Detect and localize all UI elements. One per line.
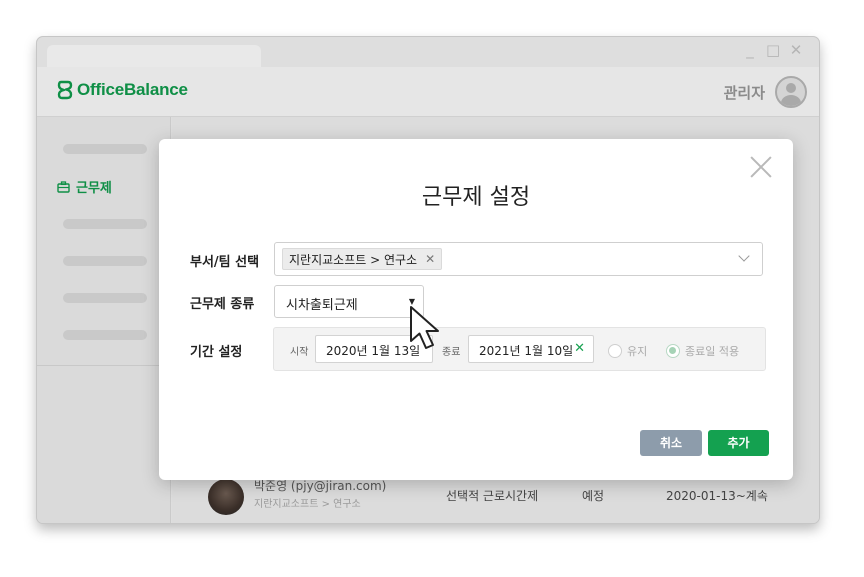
sidebar-item-work-system[interactable]: 근무제	[57, 177, 112, 196]
sidebar-divider	[37, 365, 171, 366]
end-date-input[interactable]: 2021년 1월 10일 ✕	[468, 335, 594, 363]
selected-dept-chip: 지란지교소프트 > 연구소 ✕	[282, 248, 443, 270]
work-type: 선택적 근로시간제	[446, 489, 539, 503]
sidebar-placeholder	[63, 330, 147, 340]
period-text: 2020-01-13~계속	[666, 489, 768, 503]
avatar	[208, 479, 244, 515]
avatar[interactable]	[775, 76, 807, 108]
work-type-select[interactable]: 시차출퇴근제 ▼	[274, 285, 424, 318]
sidebar-placeholder	[63, 293, 147, 303]
user-name: 관리자	[723, 83, 765, 102]
sidebar-placeholder	[63, 219, 147, 229]
briefcase-icon	[57, 180, 70, 193]
minimize-icon[interactable]: _	[743, 41, 757, 59]
app-header: OfficeBalance 관리자	[37, 67, 819, 117]
type-label: 근무제 종류	[190, 297, 255, 312]
add-button[interactable]: 추가	[708, 430, 769, 456]
logo[interactable]: OfficeBalance	[57, 80, 188, 100]
sidebar-placeholder	[63, 256, 147, 266]
window-tab[interactable]	[47, 45, 261, 67]
modal-title: 근무제 설정	[421, 185, 531, 210]
radio-keep[interactable]: 유지	[608, 343, 647, 359]
cancel-button[interactable]: 취소	[640, 430, 702, 456]
radio-keep-label: 유지	[627, 345, 648, 358]
close-icon[interactable]	[749, 155, 773, 179]
chevron-down-icon[interactable]	[738, 250, 750, 262]
end-date-value: 2021년 1월 10일	[479, 344, 574, 358]
radio-icon	[608, 344, 622, 358]
radio-apply-end-date-label: 종료일 적용	[685, 345, 740, 358]
chip-label: 지란지교소프트 > 연구소	[289, 252, 418, 267]
dept-select[interactable]: 지란지교소프트 > 연구소 ✕	[274, 242, 763, 276]
logo-icon	[57, 80, 73, 100]
chip-remove-icon[interactable]: ✕	[425, 252, 435, 266]
close-window-icon[interactable]: ✕	[789, 41, 803, 59]
work-system-modal: 근무제 설정 부서/팀 선택 지란지교소프트 > 연구소 ✕ 근무제 종류 시차…	[159, 139, 793, 480]
brand-name: OfficeBalance	[77, 80, 188, 99]
sidebar-placeholder	[63, 144, 147, 154]
radio-selected-icon	[666, 344, 680, 358]
sidebar-item-label: 근무제	[76, 181, 112, 196]
period-label: 기간 설정	[190, 345, 243, 360]
clear-date-icon[interactable]: ✕	[574, 341, 585, 356]
window-controls: _ □ ✕	[743, 41, 803, 59]
radio-apply-end-date[interactable]: 종료일 적용	[666, 343, 739, 359]
status-text: 예정	[582, 489, 605, 503]
work-type-value: 시차출퇴근제	[286, 298, 358, 313]
period-settings: 시작 2020년 1월 13일 종료 2021년 1월 10일 ✕ 유지 종료일…	[273, 327, 766, 371]
sidebar: 근무제	[37, 117, 171, 523]
maximize-icon[interactable]: □	[766, 41, 780, 59]
dept-label: 부서/팀 선택	[190, 255, 260, 270]
employee-dept: 지란지교소프트 > 연구소	[254, 499, 361, 510]
start-label: 시작	[290, 347, 309, 358]
mouse-cursor-icon	[410, 306, 439, 349]
user-menu[interactable]: 관리자	[724, 76, 807, 108]
